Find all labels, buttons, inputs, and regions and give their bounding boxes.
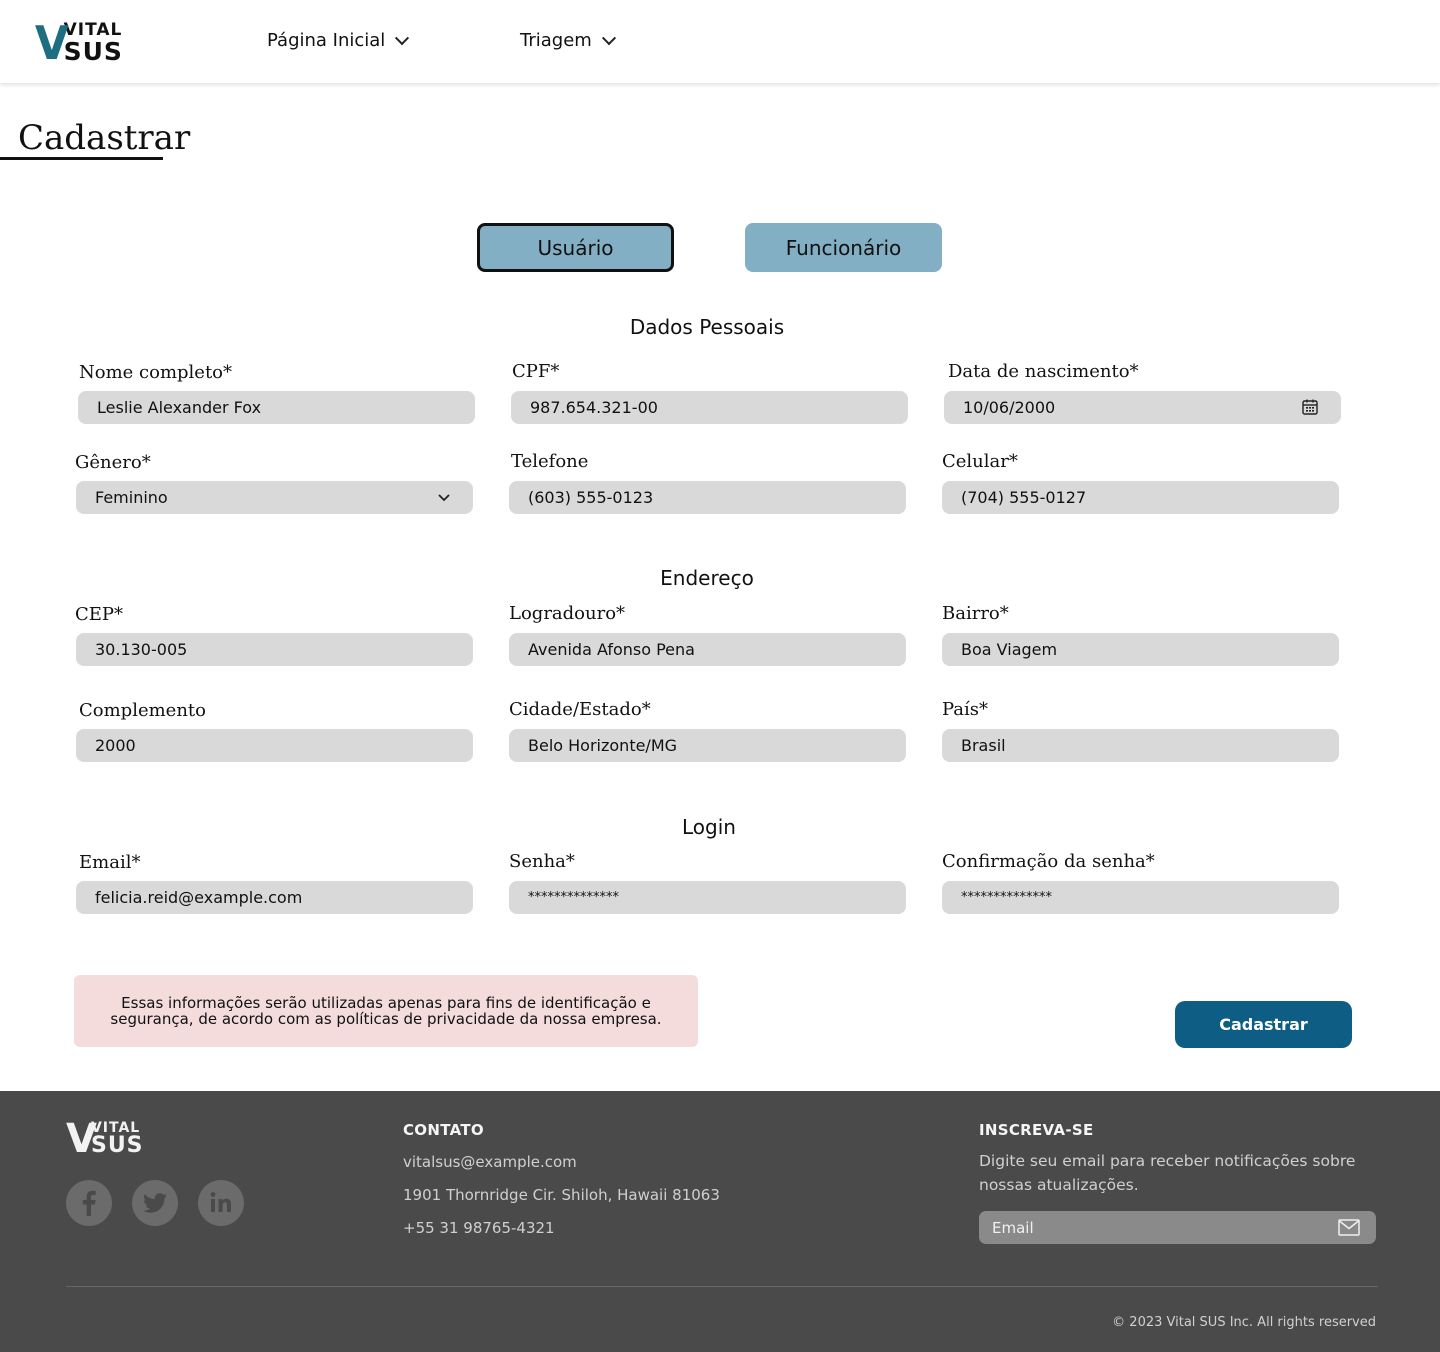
title-underline [0,157,163,160]
contact-phone[interactable]: +55 31 98765-4321 [403,1219,555,1237]
senha-field[interactable]: ************** [509,881,906,914]
label-complemento: Complemento [79,700,206,721]
site-header: V VITAL SUS Página Inicial Triagem [0,0,1440,83]
nav-label: Página Inicial [267,30,386,51]
section-title-login: Login [682,815,736,839]
subscribe-placeholder: Email [992,1218,1034,1237]
footer-divider [66,1286,1378,1287]
confirmacao-value: ************** [961,890,1052,905]
label-nascimento: Data de nascimento* [948,361,1139,382]
nome-value: Leslie Alexander Fox [97,398,262,417]
twitter-icon[interactable] [132,1180,178,1226]
linkedin-icon[interactable] [198,1180,244,1226]
logradouro-value: Avenida Afonso Pena [528,640,695,659]
facebook-icon[interactable] [66,1180,112,1226]
subscribe-heading: INSCREVA-SE [979,1121,1094,1139]
cadastrar-button[interactable]: Cadastrar [1175,1001,1352,1048]
pais-value: Brasil [961,736,1006,755]
footer-logo[interactable]: V VITAL SUS [66,1119,144,1159]
cidade-value: Belo Horizonte/MG [528,736,678,755]
label-email: Email* [79,852,141,873]
logo-sus-text: SUS [90,1133,144,1158]
email-field[interactable]: felicia.reid@example.com [76,881,473,914]
label-genero: Gênero* [75,452,151,473]
pais-field[interactable]: Brasil [942,729,1339,762]
chevron-down-icon [395,30,410,45]
genero-value: Feminino [95,488,168,507]
section-title-dados-pessoais: Dados Pessoais [629,315,785,339]
cidade-field[interactable]: Belo Horizonte/MG [509,729,906,762]
cpf-field[interactable]: 987.654.321-00 [511,391,908,424]
complemento-value: 2000 [95,736,136,755]
label-cpf: CPF* [512,361,560,382]
logo-v-mark: V [34,16,69,70]
label-nome: Nome completo* [79,362,233,383]
senha-value: ************** [528,890,619,905]
email-value: felicia.reid@example.com [95,888,303,907]
nav-triagem[interactable]: Triagem [520,30,616,51]
contact-email[interactable]: vitalsus@example.com [403,1153,577,1171]
mail-icon[interactable] [1338,1219,1360,1236]
logradouro-field[interactable]: Avenida Afonso Pena [509,633,906,666]
site-footer: V VITAL SUS CONTATO vitalsus@example.com… [0,1091,1440,1352]
bairro-value: Boa Viagem [961,640,1058,659]
label-bairro: Bairro* [942,603,1009,624]
label-senha: Senha* [509,851,575,872]
celular-value: (704) 555-0127 [961,488,1087,507]
cpf-value: 987.654.321-00 [530,398,658,417]
chevron-down-icon [438,494,450,502]
tab-usuario[interactable]: Usuário [477,223,674,272]
copyright-text: © 2023 Vital SUS Inc. All rights reserve… [1112,1315,1376,1330]
nav-pagina-inicial[interactable]: Página Inicial [267,30,410,51]
label-telefone: Telefone [511,451,589,472]
contact-heading: CONTATO [403,1121,484,1139]
nav-label: Triagem [520,30,592,51]
tab-funcionario[interactable]: Funcionário [745,223,942,272]
nome-field[interactable]: Leslie Alexander Fox [78,391,475,424]
label-logradouro: Logradouro* [509,603,626,624]
label-cidade: Cidade/Estado* [509,699,651,720]
telefone-field[interactable]: (603) 555-0123 [509,481,906,514]
calendar-icon[interactable] [1301,398,1319,416]
complemento-field[interactable]: 2000 [76,729,473,762]
label-confirmacao: Confirmação da senha* [942,851,1155,872]
label-cep: CEP* [75,604,124,625]
chevron-down-icon [601,30,616,45]
telefone-value: (603) 555-0123 [528,488,654,507]
subscribe-description: Digite seu email para receber notificaçõ… [979,1152,1356,1194]
nascimento-value: 10/06/2000 [963,398,1056,417]
contact-address: 1901 Thornridge Cir. Shiloh, Hawaii 8106… [403,1186,720,1204]
confirmacao-field[interactable]: ************** [942,881,1339,914]
vital-sus-logo[interactable]: V VITAL SUS [34,20,123,66]
bairro-field[interactable]: Boa Viagem [942,633,1339,666]
label-pais: País* [942,699,989,720]
cep-value: 30.130-005 [95,640,188,659]
logo-sus-text: SUS [63,37,123,66]
celular-field[interactable]: (704) 555-0127 [942,481,1339,514]
genero-select[interactable]: Feminino [76,481,473,514]
logo-words: VITAL SUS [63,22,123,66]
page-title: Cadastrar [18,118,191,158]
subscribe-email-input[interactable]: Email [979,1211,1376,1244]
label-celular: Celular* [942,451,1018,472]
privacy-notice: Essas informações serão utilizadas apena… [74,975,698,1047]
section-title-endereco: Endereço [660,566,754,590]
nascimento-field[interactable]: 10/06/2000 [944,391,1341,424]
logo-words: VITAL SUS [91,1121,144,1157]
cep-field[interactable]: 30.130-005 [76,633,473,666]
